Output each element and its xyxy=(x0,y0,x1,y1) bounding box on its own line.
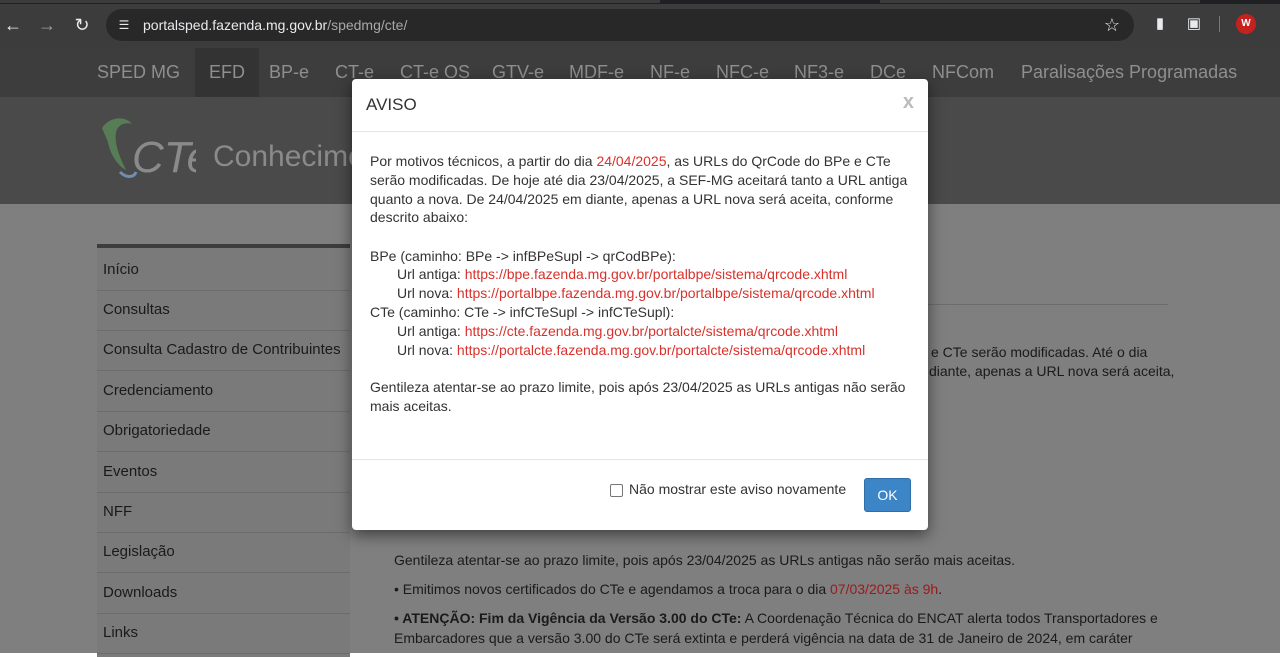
atencao-rest: A Coordenação Técnica do ENCAT alerta to… xyxy=(741,610,1158,626)
background-atencao-line2: Embarcadores que a versão 3.00 do CTe se… xyxy=(394,630,1133,646)
puzzle-icon[interactable]: ▣ xyxy=(1184,14,1204,34)
sidebar-item-label: Legislação xyxy=(103,543,175,560)
reload-icon[interactable]: ↻ xyxy=(69,12,95,38)
site-settings-icon[interactable]: ☰ xyxy=(116,17,132,33)
modal-title: AVISO xyxy=(366,95,417,114)
sidebar-item-links[interactable]: Links xyxy=(97,613,350,654)
sidebar-item-consultas[interactable]: Consultas xyxy=(97,290,350,331)
sidebar-item-nff[interactable]: NFF xyxy=(97,492,350,533)
address-bar[interactable]: ☰ portalsped.fazenda.mg.gov.br/spedmg/ct… xyxy=(106,9,1134,41)
bpe-new-url-link[interactable]: https://portalbpe.fazenda.mg.gov.br/port… xyxy=(457,285,875,301)
background-cert-notice: • Emitimos novos certificados do CTe e a… xyxy=(394,581,942,597)
background-notice-line: e CTe serão modificadas. Até o dia xyxy=(931,344,1148,360)
logo-text: CTe xyxy=(132,133,196,182)
header-title: Conhecime xyxy=(213,140,365,173)
modal-paragraph-line: serão modificadas. De hoje até dia 23/04… xyxy=(370,172,908,188)
background-atencao: • ATENÇÃO: Fim da Vigência da Versão 3.0… xyxy=(394,610,1158,626)
nav-efd[interactable]: EFD xyxy=(195,48,259,97)
cert-date: 07/03/2025 às 9h xyxy=(830,581,939,597)
url-label: Url antiga: xyxy=(397,323,465,339)
sidebar-item-label: Obrigatoriedade xyxy=(103,422,211,439)
sidebar-item-label: Credenciamento xyxy=(103,382,214,399)
nav-sped-mg[interactable]: SPED MG xyxy=(97,48,180,97)
sidebar-item-label: Início xyxy=(103,261,139,278)
sidebar-item-label: Consultas xyxy=(103,301,170,318)
p1-text-end: , as URLs do QrCode do BPe e CTe xyxy=(666,153,891,169)
sidebar-menu: Início Consultas Consulta Cadastro de Co… xyxy=(97,244,350,657)
sidebar-item-label: Downloads xyxy=(103,584,178,601)
cte-old-url-link[interactable]: https://cte.fazenda.mg.gov.br/portalcte/… xyxy=(465,323,838,339)
cert-text: • Emitimos novos certificados do CTe e a… xyxy=(394,581,831,597)
close-icon[interactable]: x xyxy=(903,91,914,114)
sidebar-item-eventos[interactable]: Eventos xyxy=(97,452,350,493)
tab-strip xyxy=(0,0,1280,4)
modal-footer-divider xyxy=(352,459,928,460)
extension-icon[interactable]: ▮ xyxy=(1150,14,1170,34)
sidebar-item-consulta-cadastro[interactable]: Consulta Cadastro de Contribuintes xyxy=(97,330,350,371)
modal-paragraph-line: Por motivos técnicos, a partir do dia 24… xyxy=(370,153,891,169)
forward-icon[interactable]: → xyxy=(34,12,60,38)
dont-show-again-label[interactable]: Não mostrar este aviso novamente xyxy=(629,481,846,497)
p1-text: Por motivos técnicos, a partir do dia xyxy=(370,153,597,169)
browser-toolbar: ← → ↻ ☰ portalsped.fazenda.mg.gov.br/spe… xyxy=(0,0,1280,48)
sidebar-item-label: Eventos xyxy=(103,463,158,480)
sidebar-item-obrigatoriedade[interactable]: Obrigatoriedade xyxy=(97,411,350,452)
bpe-old-url-link[interactable]: https://bpe.fazenda.mg.gov.br/portalbpe/… xyxy=(465,266,848,282)
toolbar-separator xyxy=(1219,16,1220,32)
bpe-new-url-line: Url nova: https://portalbpe.fazenda.mg.g… xyxy=(397,285,875,301)
sidebar-item-legislacao[interactable]: Legislação xyxy=(97,532,350,573)
modal-paragraph-line: quanto a nova. De 24/04/2025 em diante, … xyxy=(370,191,894,207)
cte-logo: CTe xyxy=(102,118,196,182)
bookmark-star-icon[interactable]: ☆ xyxy=(1104,9,1120,41)
url-label: Url nova: xyxy=(397,342,457,358)
sidebar-item-credenciamento[interactable]: Credenciamento xyxy=(97,371,350,412)
sidebar-item-label: Links xyxy=(103,624,139,641)
url-text[interactable]: portalsped.fazenda.mg.gov.br/spedmg/cte/ xyxy=(143,9,407,41)
sidebar-item-label: Consulta Cadastro de Contribuintes xyxy=(103,341,341,358)
url-host: portalsped.fazenda.mg.gov.br xyxy=(143,17,328,33)
sidebar-item-downloads[interactable]: Downloads xyxy=(97,573,350,614)
url-label: Url nova: xyxy=(397,285,457,301)
aviso-modal: AVISO x Por motivos técnicos, a partir d… xyxy=(352,79,928,530)
content-divider xyxy=(928,304,1168,305)
modal-paragraph-line: mais aceitas. xyxy=(370,398,452,414)
background-notice-line: diante, apenas a URL nova será aceita, xyxy=(929,363,1175,379)
nav-bpe[interactable]: BP-e xyxy=(269,48,309,97)
atencao-bold: • ATENÇÃO: Fim da Vigência da Versão 3.0… xyxy=(394,610,742,626)
background-gentileza: Gentileza atentar-se ao prazo limite, po… xyxy=(394,552,1016,568)
sidebar-item-label: NFF xyxy=(103,503,133,520)
p1-date: 24/04/2025 xyxy=(596,153,667,169)
bpe-heading: BPe (caminho: BPe -> infBPeSupl -> qrCod… xyxy=(370,248,676,264)
cte-heading: CTe (caminho: CTe -> infCTeSupl -> infCT… xyxy=(370,304,675,320)
nav-nfcom[interactable]: NFCom xyxy=(932,48,994,97)
back-icon[interactable]: ← xyxy=(0,12,26,38)
cte-old-url-line: Url antiga: https://cte.fazenda.mg.gov.b… xyxy=(397,323,838,339)
cert-suffix: . xyxy=(938,581,943,597)
sidebar-item-inicio[interactable]: Início xyxy=(97,250,350,291)
cte-new-url-line: Url nova: https://portalcte.fazenda.mg.g… xyxy=(397,342,865,358)
url-label: Url antiga: xyxy=(397,266,465,282)
modal-paragraph-line: descrito abaixo: xyxy=(370,209,469,225)
url-path: /spedmg/cte/ xyxy=(327,17,408,33)
modal-header-divider xyxy=(352,131,928,132)
cte-new-url-link[interactable]: https://portalcte.fazenda.mg.gov.br/port… xyxy=(457,342,865,358)
profile-avatar[interactable]: W xyxy=(1236,14,1256,34)
ok-button[interactable]: OK xyxy=(864,478,911,512)
bpe-old-url-line: Url antiga: https://bpe.fazenda.mg.gov.b… xyxy=(397,266,847,282)
nav-paralisacoes[interactable]: Paralisações Programadas xyxy=(1021,48,1237,97)
modal-paragraph-line: Gentileza atentar-se ao prazo limite, po… xyxy=(370,379,906,395)
dont-show-again-checkbox[interactable] xyxy=(610,484,623,497)
